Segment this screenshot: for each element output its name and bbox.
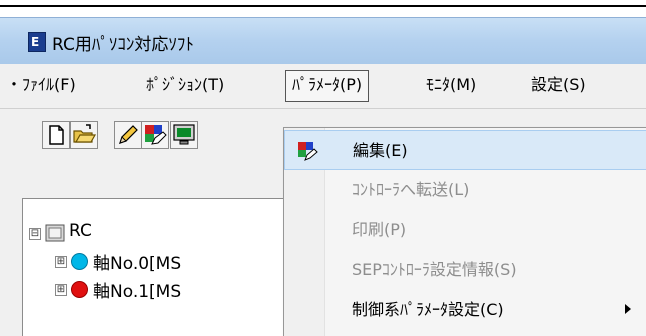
menu-item-edit[interactable]: 編集(E) xyxy=(284,130,646,170)
title-bar[interactable]: E RC用ﾊﾟｿｺﾝ対応ｿﾌﾄ xyxy=(0,17,646,64)
tree-root-label: RC xyxy=(69,221,92,241)
monitor-button[interactable] xyxy=(170,121,198,149)
menu-settings[interactable]: 設定(S) xyxy=(525,70,592,100)
parameter-edit-icon xyxy=(145,125,167,145)
app-icon[interactable]: E xyxy=(28,32,46,52)
menu-parameter[interactable]: ﾊﾟﾗﾒｰﾀ(P) xyxy=(285,70,370,102)
window-title: RC用ﾊﾟｿｺﾝ対応ｿﾌﾄ xyxy=(52,35,194,55)
screenshot-frame: E RC用ﾊﾟｿｺﾝ対応ｿﾌﾄ ・ﾌｧｲﾙ(F) ﾎﾟｼﾞｼｮﾝ(T) ﾊﾟﾗﾒ… xyxy=(0,0,646,336)
menu-file[interactable]: ・ﾌｧｲﾙ(F) xyxy=(0,70,82,100)
open-folder-icon xyxy=(73,124,97,143)
menu-item-print-label: 印刷(P) xyxy=(352,220,407,239)
axis1-status-icon xyxy=(71,281,88,298)
collapse-icon[interactable]: ⊟ xyxy=(29,228,41,240)
menu-item-control-params[interactable]: 制御系ﾊﾟﾗﾒｰﾀ設定(C) xyxy=(284,290,646,330)
pencil-icon xyxy=(119,125,138,144)
axis0-status-icon xyxy=(71,253,88,270)
new-document-icon xyxy=(49,125,64,145)
monitor-icon xyxy=(173,124,195,145)
divider-line xyxy=(0,5,646,7)
axis0-label: 軸No.0[MS xyxy=(93,254,182,274)
menu-item-transfer[interactable]: ｺﾝﾄﾛｰﾗへ転送(L) xyxy=(284,170,646,210)
parameter-menu-dropdown: 編集(E) ｺﾝﾄﾛｰﾗへ転送(L) 印刷(P) SEPｺﾝﾄﾛｰﾗ設定情報(S… xyxy=(283,127,646,336)
menu-item-sep-info-label: SEPｺﾝﾄﾛｰﾗ設定情報(S) xyxy=(352,260,517,279)
parameter-edit-icon xyxy=(298,142,318,161)
app-icon-glyph: E xyxy=(31,35,40,49)
axis1-label: 軸No.1[MS xyxy=(93,282,182,302)
menu-item-transfer-label: ｺﾝﾄﾛｰﾗへ転送(L) xyxy=(352,180,470,199)
new-document-button[interactable] xyxy=(42,121,70,149)
expand-icon[interactable]: ⊞ xyxy=(55,284,67,296)
parameter-edit-button[interactable] xyxy=(141,121,169,149)
submenu-arrow-icon xyxy=(625,304,631,314)
menu-bar: ・ﾌｧｲﾙ(F) ﾎﾟｼﾞｼｮﾝ(T) ﾊﾟﾗﾒｰﾀ(P) ﾓﾆﾀ(M) 設定(… xyxy=(0,64,646,109)
top-rule xyxy=(0,0,646,16)
axis-tree: ⊟ RC ⊞ 軸No.0[MS ⊞ 軸No.1[MS xyxy=(22,198,290,336)
open-folder-button[interactable] xyxy=(70,121,98,149)
pencil-button[interactable] xyxy=(114,121,142,149)
menu-item-control-params-label: 制御系ﾊﾟﾗﾒｰﾀ設定(C) xyxy=(352,300,504,319)
menu-item-print[interactable]: 印刷(P) xyxy=(284,210,646,250)
controller-icon xyxy=(45,224,65,242)
menu-item-edit-label: 編集(E) xyxy=(353,141,408,160)
menu-item-sep-info[interactable]: SEPｺﾝﾄﾛｰﾗ設定情報(S) xyxy=(284,250,646,290)
menu-position[interactable]: ﾎﾟｼﾞｼｮﾝ(T) xyxy=(140,70,230,100)
menu-monitor[interactable]: ﾓﾆﾀ(M) xyxy=(420,70,482,100)
expand-icon[interactable]: ⊞ xyxy=(55,256,67,268)
